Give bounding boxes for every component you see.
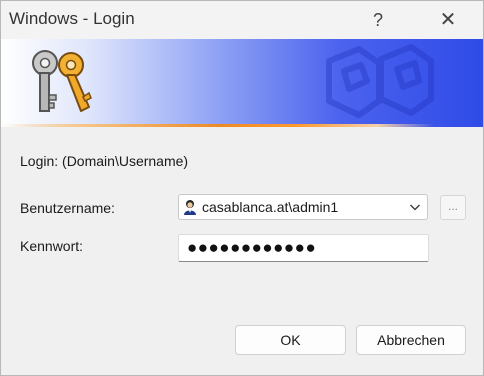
title-bar: Windows - Login ? ✕ (1, 1, 483, 39)
username-value: casablanca.at\admin1 (202, 199, 339, 215)
password-field[interactable]: ●●●●●●●●●●●● (178, 234, 429, 262)
login-dialog: Windows - Login ? ✕ Login: (Domain\Usern… (0, 0, 484, 376)
login-format-hint: Login: (Domain\Username) (20, 153, 189, 169)
help-button[interactable]: ? (363, 6, 393, 34)
user-icon (184, 200, 196, 215)
username-label: Benutzername: (20, 200, 115, 216)
password-mask: ●●●●●●●●●●●● (187, 238, 317, 257)
cancel-button[interactable]: Abbrechen (356, 325, 466, 355)
username-combobox[interactable]: casablanca.at\admin1 (178, 194, 428, 220)
password-label: Kennwort: (20, 238, 84, 254)
window-title: Windows - Login (9, 9, 135, 28)
chevron-down-icon[interactable] (409, 201, 421, 213)
network-watermark-icon (326, 44, 434, 118)
browse-users-button[interactable]: ... (440, 195, 466, 220)
keys-icon (32, 50, 92, 112)
close-button[interactable]: ✕ (433, 6, 463, 34)
ok-button[interactable]: OK (235, 325, 346, 355)
